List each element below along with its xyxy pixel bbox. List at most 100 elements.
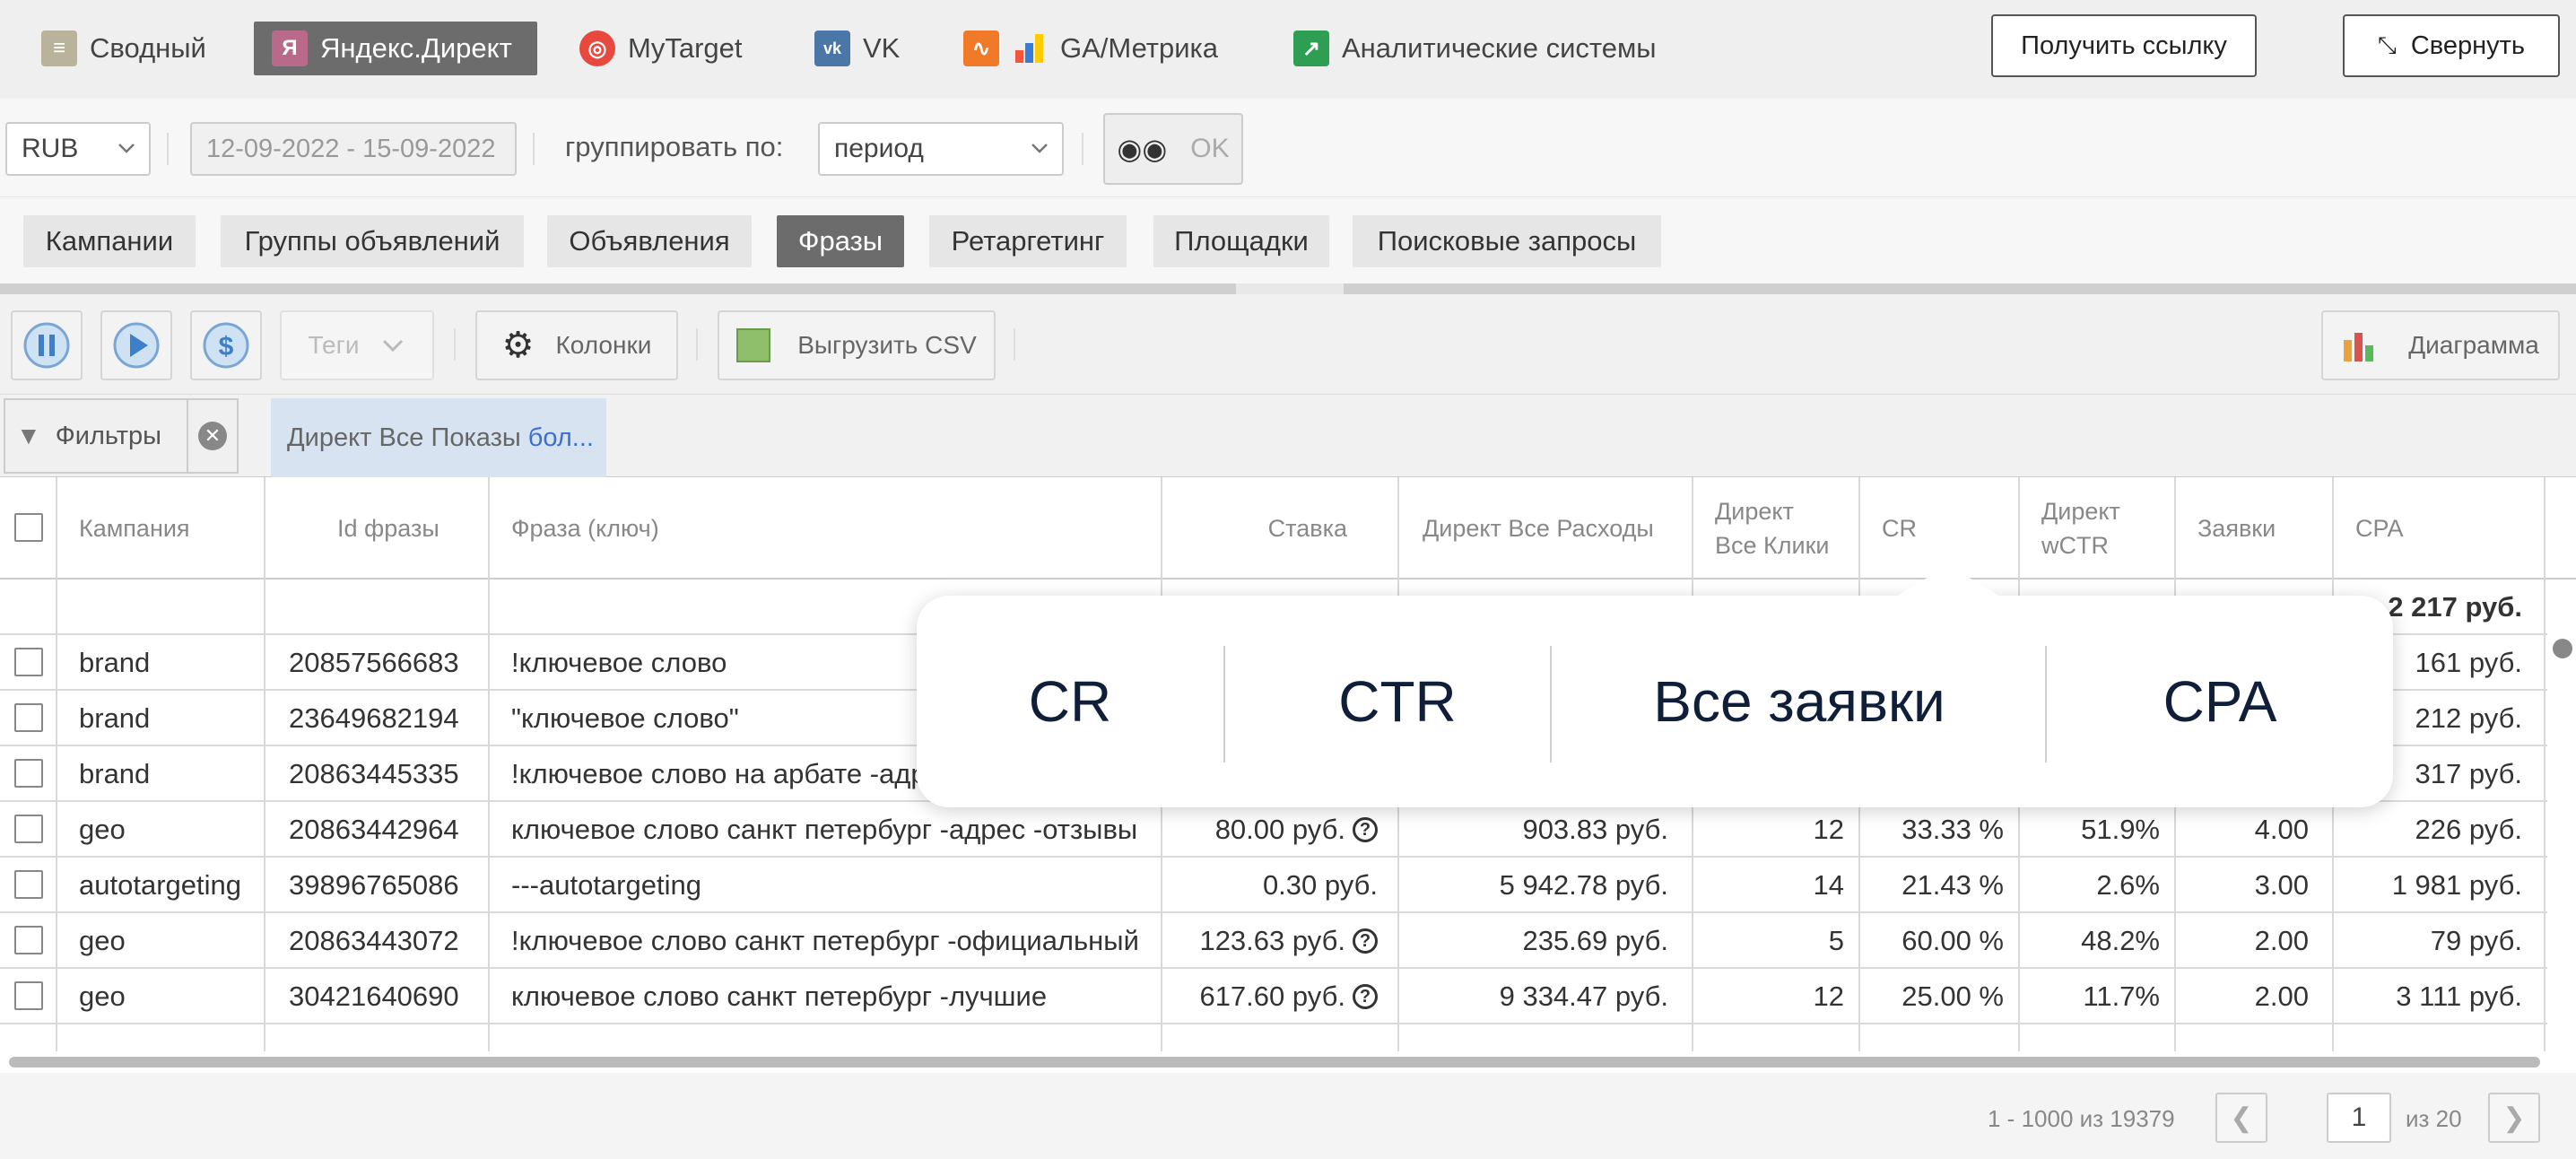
export-csv-button[interactable]: Выгрузить CSV	[718, 310, 996, 380]
row-checkbox[interactable]	[14, 759, 43, 788]
cell-campaign: brand	[79, 702, 151, 734]
tab-ad-groups[interactable]: Группы объявлений	[221, 215, 524, 267]
tags-select[interactable]: Теги	[280, 310, 434, 380]
cell-bid[interactable]: 123.63 руб.?	[1166, 913, 1378, 969]
cell-phrase: !ключевое слово санкт петербург -официал…	[511, 925, 1139, 956]
cell-bid[interactable]: 0.30 руб.	[1166, 858, 1378, 913]
play-button[interactable]	[100, 310, 172, 380]
cell-spend: 903.83 руб.	[1522, 814, 1668, 845]
chevron-right-icon: ❯	[2502, 1102, 2526, 1133]
currency-select[interactable]: RUB	[5, 122, 151, 176]
chevron-left-icon: ❮	[2230, 1102, 2253, 1133]
prev-page-button[interactable]: ❮	[2215, 1093, 2267, 1143]
cell-wctr: 51.9%	[2081, 814, 2160, 845]
close-icon: ✕	[198, 422, 227, 450]
row-checkbox[interactable]	[14, 926, 43, 954]
col-phrase[interactable]: Фраза (ключ)	[511, 477, 659, 580]
filter-chip[interactable]: Директ Все Показы бол...	[271, 398, 606, 477]
chart-button[interactable]: Диаграмма	[2321, 310, 2560, 380]
popup-arrow	[1894, 565, 2002, 597]
filter-chip-more-link[interactable]: бол...	[528, 423, 594, 453]
separator	[167, 133, 169, 165]
ok-button[interactable]: ◉◉ OK	[1103, 113, 1243, 185]
cell-cpa: 3 111 руб.	[2396, 980, 2522, 1012]
vk-icon: vk	[814, 30, 850, 66]
tab-ads[interactable]: Объявления	[547, 215, 752, 267]
tab-placements[interactable]: Площадки	[1153, 215, 1329, 267]
cell-id: 20857566683	[289, 647, 459, 678]
popup-item-cpa[interactable]: CPA	[2047, 596, 2393, 807]
next-page-button[interactable]: ❯	[2488, 1093, 2540, 1143]
tab-analytics[interactable]: ↗ Аналитические системы	[1275, 22, 1675, 75]
cell-id: 20863442964	[289, 814, 459, 845]
row-checkbox[interactable]	[14, 703, 43, 732]
divider-handle[interactable]	[1236, 283, 1344, 294]
date-range-input[interactable]: 12-09-2022 - 15-09-2022	[190, 122, 517, 176]
cell-wctr: 2.6%	[2096, 869, 2160, 901]
filter-row: RUB 12-09-2022 - 15-09-2022 группировать…	[0, 99, 2576, 197]
tab-vk[interactable]: vk VK	[796, 22, 918, 75]
row-checkbox[interactable]	[14, 815, 43, 843]
cell-leads: 4.00	[2254, 814, 2309, 845]
table-row[interactable]: geo 20863443072 !ключевое слово санкт пете…	[0, 913, 2547, 969]
mytarget-icon: ◎	[579, 30, 615, 66]
cell-spend: 5 942.78 руб.	[1499, 869, 1668, 901]
popup-item-ctr[interactable]: CTR	[1225, 596, 1570, 807]
row-checkbox[interactable]	[14, 648, 43, 676]
col-clicks[interactable]: Директ Все Клики	[1715, 477, 1830, 580]
cell-id: 20863445335	[289, 758, 459, 789]
help-icon[interactable]: ?	[1353, 817, 1378, 842]
separator	[1014, 328, 1015, 361]
cell-bid[interactable]: 617.60 руб.?	[1166, 969, 1378, 1024]
table-row[interactable]: geo 30421640690 ключевое слово санкт петер…	[0, 969, 2547, 1024]
bid-button[interactable]: $	[190, 310, 262, 380]
collapse-button[interactable]: ⤡ Свернуть	[2343, 14, 2560, 77]
col-spend[interactable]: Директ Все Расходы	[1423, 477, 1654, 580]
help-icon[interactable]: ?	[1353, 984, 1378, 1009]
table-header: Кампания Id фразы Фраза (ключ) Ставка Ди…	[0, 477, 2576, 580]
cell-cpa: 226 руб.	[2415, 814, 2522, 845]
pagination-footer: 1 - 1000 из 19379 ❮ 1 из 20 ❯	[0, 1073, 2576, 1159]
tab-ga-metrika[interactable]: ∿ GA/Метрика	[945, 22, 1236, 75]
popup-item-all-leads[interactable]: Все заявки	[1552, 596, 2047, 807]
scroll-indicator[interactable]	[2553, 639, 2572, 658]
row-checkbox[interactable]	[14, 981, 43, 1010]
chevron-down-icon	[383, 339, 404, 353]
tab-phrases[interactable]: Фразы	[777, 215, 904, 267]
metrika-icon	[1012, 30, 1048, 66]
select-all-checkbox[interactable]	[14, 513, 43, 542]
group-by-select[interactable]: период	[818, 122, 1064, 176]
col-cpa[interactable]: CPA	[2355, 477, 2404, 580]
cell-bid[interactable]: 80.00 руб.?	[1166, 802, 1378, 858]
popup-item-cr[interactable]: CR	[917, 596, 1223, 807]
col-campaign[interactable]: Кампания	[79, 477, 190, 580]
columns-button[interactable]: ⚙ Колонки	[475, 310, 678, 380]
get-link-button[interactable]: Получить ссылку	[1991, 14, 2257, 77]
filters-button[interactable]: ▼ Фильтры	[4, 398, 188, 474]
tab-campaigns[interactable]: Кампании	[23, 215, 196, 267]
binoculars-icon: ◉◉	[1117, 133, 1168, 165]
tab-search-queries[interactable]: Поисковые запросы	[1353, 215, 1661, 267]
horizontal-scrollbar[interactable]	[9, 1057, 2540, 1068]
pause-button[interactable]	[11, 310, 83, 380]
separator	[1082, 133, 1083, 165]
table-row[interactable]: geo 20863442964 ключевое слово санкт петер…	[0, 802, 2547, 858]
tab-yandex-direct[interactable]: Я Яндекс.Директ	[254, 22, 537, 75]
help-icon[interactable]: ?	[1353, 928, 1378, 954]
col-cr[interactable]: CR	[1882, 477, 1917, 580]
panel-divider[interactable]	[0, 283, 2576, 294]
separator	[454, 328, 456, 361]
spreadsheet-icon	[736, 328, 771, 362]
col-leads[interactable]: Заявки	[2197, 477, 2276, 580]
col-phrase-id[interactable]: Id фразы	[337, 477, 439, 580]
table-row[interactable]: autotargeting 39896765086 ---autotargeting…	[0, 858, 2547, 913]
funnel-icon: ▼	[16, 422, 41, 449]
tab-retargeting[interactable]: Ретаргетинг	[929, 215, 1127, 267]
tab-mytarget[interactable]: ◎ MyTarget	[561, 22, 760, 75]
col-wctr[interactable]: Директ wCTR	[2041, 477, 2120, 580]
tab-summary[interactable]: ≡ Сводный	[23, 22, 224, 75]
row-checkbox[interactable]	[14, 870, 43, 899]
clear-filters-button[interactable]: ✕	[187, 398, 239, 474]
col-bid[interactable]: Ставка	[1162, 477, 1347, 580]
page-number-input[interactable]: 1	[2327, 1093, 2391, 1143]
